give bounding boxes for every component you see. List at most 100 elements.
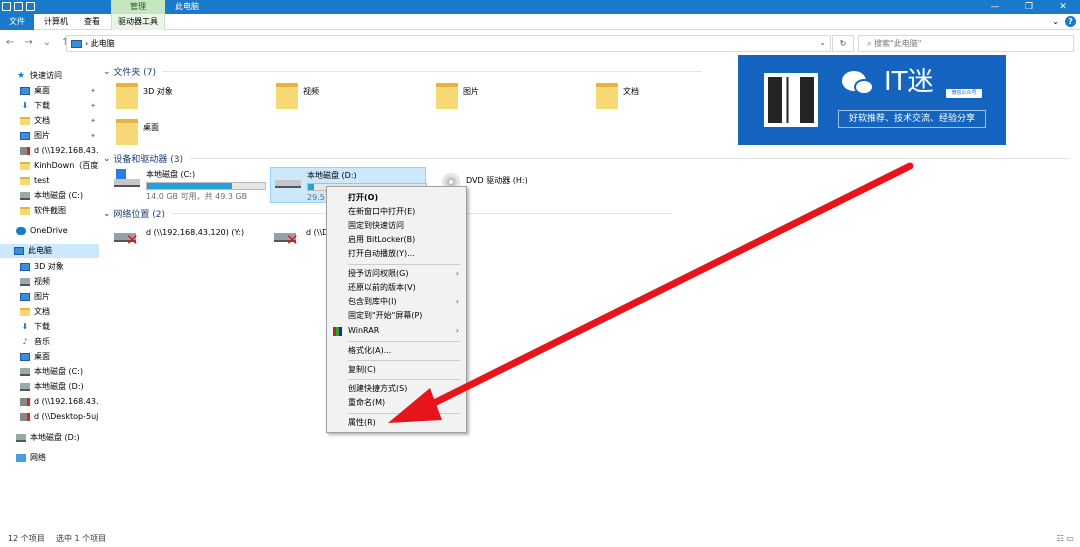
menu-item-rename[interactable]: 重命名(M) — [327, 396, 466, 410]
folder-item-documents[interactable]: 文档 — [596, 83, 639, 109]
customize-toolbar-icon[interactable] — [26, 2, 35, 11]
submenu-arrow-icon: › — [455, 269, 459, 278]
sidebar-item-network-drive[interactable]: d (\\192.168.43. — [20, 144, 99, 158]
address-dropdown-icon[interactable]: ⌄ — [819, 38, 826, 47]
drive-c-usage-bar — [146, 182, 266, 190]
sidebar-item-videos[interactable]: 视频 — [20, 275, 99, 289]
help-icon[interactable]: ? — [1065, 16, 1076, 27]
sidebar-item-downloads-pc[interactable]: ⬇ 下载 — [20, 320, 99, 334]
minimize-button[interactable]: — — [978, 0, 1012, 14]
back-arrow-icon[interactable]: ← — [6, 37, 14, 48]
folder-item-pictures[interactable]: 图片 — [436, 83, 479, 109]
tab-view[interactable]: 查看 — [76, 14, 108, 30]
status-bar: 12 个项目 选中 1 个项目 ☷ ▭ — [0, 530, 1080, 547]
music-note-icon: ♪ — [22, 337, 28, 346]
menu-item-properties[interactable]: 属性(R) — [327, 416, 466, 430]
menu-item-copy[interactable]: 复制(C) — [327, 363, 466, 377]
folder-item-videos[interactable]: 视频 — [276, 83, 319, 109]
folder-item-desktop[interactable]: 桌面 — [116, 119, 159, 145]
sidebar-item-this-pc[interactable]: 此电脑 — [0, 244, 99, 258]
banner-slogan: 好软推荐、技术交流、经验分享 — [838, 110, 986, 128]
menu-item-create-shortcut[interactable]: 创建快捷方式(S) — [327, 382, 466, 396]
group-header-network[interactable]: ⌄ 网络位置 (2) — [103, 207, 165, 221]
menu-item-pin-start[interactable]: 固定到"开始"屏幕(P) — [327, 309, 466, 323]
chevron-down-icon: ⌄ — [103, 153, 114, 164]
menu-item-autoplay[interactable]: 打开自动播放(Y)... — [327, 247, 466, 261]
sidebar-item-quick-access[interactable]: ★ 快速访问 — [16, 69, 62, 83]
sidebar-item-documents[interactable]: 文档 ✦ — [20, 114, 99, 128]
refresh-button[interactable]: ↻ — [832, 35, 854, 52]
window-title: 此电脑 — [175, 2, 199, 11]
tab-drive-tools[interactable]: 驱动器工具 — [111, 14, 165, 30]
menu-item-open-new-window[interactable]: 在新窗口中打开(E) — [327, 205, 466, 219]
ribbon-tabs: 文件 计算机 查看 驱动器工具 ⌄ ? — [0, 14, 1080, 30]
navigation-buttons: ← → ⌄ ↑ — [6, 37, 70, 48]
network-drive-disconnected-icon — [20, 147, 30, 155]
context-tab-manage[interactable]: 管理 — [111, 0, 165, 14]
drive-item-c[interactable]: 本地磁盘 (C:) 14.0 GB 可用，共 49.3 GB — [114, 169, 266, 202]
sidebar-item-screenshots[interactable]: 软件截图 — [20, 204, 99, 218]
properties-icon[interactable] — [2, 2, 11, 11]
download-icon: ⬇ — [21, 322, 29, 331]
sidebar-item-local-c[interactable]: 本地磁盘 (C:) — [20, 189, 99, 203]
desktop-icon — [20, 353, 30, 361]
menu-item-include-library[interactable]: 包含到库中(I) › — [327, 295, 466, 309]
breadcrumb[interactable]: 此电脑 — [91, 38, 115, 49]
sidebar-item-local-c-pc[interactable]: 本地磁盘 (C:) — [20, 365, 99, 379]
menu-separator — [348, 264, 460, 265]
maximize-button[interactable]: ❐ — [1012, 0, 1046, 14]
new-folder-icon[interactable] — [14, 2, 23, 11]
sidebar-item-pictures[interactable]: 图片 ✦ — [20, 129, 99, 143]
network-location-desktop[interactable]: ✕ d (\\D — [274, 227, 328, 248]
sidebar-item-pictures-pc[interactable]: 图片 — [20, 290, 99, 304]
menu-item-restore-versions[interactable]: 还原以前的版本(V) — [327, 281, 466, 295]
sidebar-item-test[interactable]: test — [20, 174, 99, 188]
sidebar-item-3d-objects[interactable]: 3D 对象 — [20, 260, 99, 274]
sidebar-item-desktop[interactable]: 桌面 ✦ — [20, 84, 99, 98]
sidebar-item-net-y[interactable]: d (\\192.168.43.12 — [20, 395, 99, 409]
menu-item-open[interactable]: 打开(O) — [327, 191, 466, 205]
group-header-devices[interactable]: ⌄ 设备和驱动器 (3) — [103, 152, 183, 166]
sidebar-item-net-desktop[interactable]: d (\\Desktop-5uj2 — [20, 410, 99, 424]
menu-item-pin-quick-access[interactable]: 固定到快速访问 — [327, 219, 466, 233]
network-drive-disconnected-icon — [20, 413, 30, 421]
file-explorer-window: 管理 此电脑 — ❐ ✕ 文件 计算机 查看 驱动器工具 ⌄ ? ← → ⌄ ↑… — [0, 0, 1080, 547]
wechat-promo-banner: IT迷 微信公众号 好软推荐、技术交流、经验分享 — [738, 55, 1006, 145]
tab-file[interactable]: 文件 — [0, 14, 34, 30]
group-header-folders[interactable]: ⌄ 文件夹 (7) — [103, 65, 156, 79]
pictures-icon — [20, 132, 30, 140]
sidebar-item-desktop-pc[interactable]: 桌面 — [20, 350, 99, 364]
winrar-icon — [333, 327, 342, 336]
folder-icon — [116, 119, 138, 145]
menu-item-format[interactable]: 格式化(A)... — [327, 344, 466, 358]
desktop-icon — [20, 87, 30, 95]
sidebar-item-downloads[interactable]: ⬇ 下载 ✦ — [20, 99, 99, 113]
sidebar-item-kinhdown[interactable]: KinhDown（百度网 — [20, 159, 99, 173]
folder-icon — [596, 83, 618, 109]
sidebar-item-music[interactable]: ♪ 音乐 — [20, 335, 99, 349]
sidebar-item-local-d[interactable]: 本地磁盘 (D:) — [16, 431, 99, 445]
close-button[interactable]: ✕ — [1046, 0, 1080, 14]
forward-arrow-icon[interactable]: → — [24, 37, 32, 48]
sidebar-item-documents-pc[interactable]: 文档 — [20, 305, 99, 319]
chevron-down-icon[interactable]: ⌄ — [1052, 17, 1059, 26]
recent-chevron-icon[interactable]: ⌄ — [43, 37, 51, 48]
sidebar-item-onedrive[interactable]: OneDrive — [16, 224, 68, 238]
network-location-y[interactable]: ✕ d (\\192.168.43.120) (Y:) — [114, 227, 244, 248]
title-bar: 管理 此电脑 — ❐ ✕ — [0, 0, 1080, 14]
menu-item-grant-access[interactable]: 授予访问权限(G) › — [327, 267, 466, 281]
wechat-logo-icon — [842, 69, 876, 97]
view-toggle-icons[interactable]: ☷ ▭ — [1057, 530, 1074, 547]
menu-item-winrar[interactable]: WinRAR › — [327, 324, 466, 338]
sidebar-item-network[interactable]: 网络 — [16, 451, 46, 465]
address-input[interactable]: › 此电脑 ⌄ — [66, 35, 831, 52]
star-icon: ★ — [16, 71, 26, 81]
sidebar-item-local-d-pc[interactable]: 本地磁盘 (D:) — [20, 380, 99, 394]
pin-icon: ✦ — [90, 117, 96, 125]
search-input[interactable]: ⌕ 搜索"此电脑" — [858, 35, 1074, 52]
drive-icon — [20, 192, 30, 200]
tab-computer[interactable]: 计算机 — [36, 14, 76, 30]
banner-tag: 微信公众号 — [946, 89, 982, 98]
menu-item-bitlocker[interactable]: 启用 BitLocker(B) — [327, 233, 466, 247]
folder-item-3d[interactable]: 3D 对象 — [116, 83, 173, 109]
